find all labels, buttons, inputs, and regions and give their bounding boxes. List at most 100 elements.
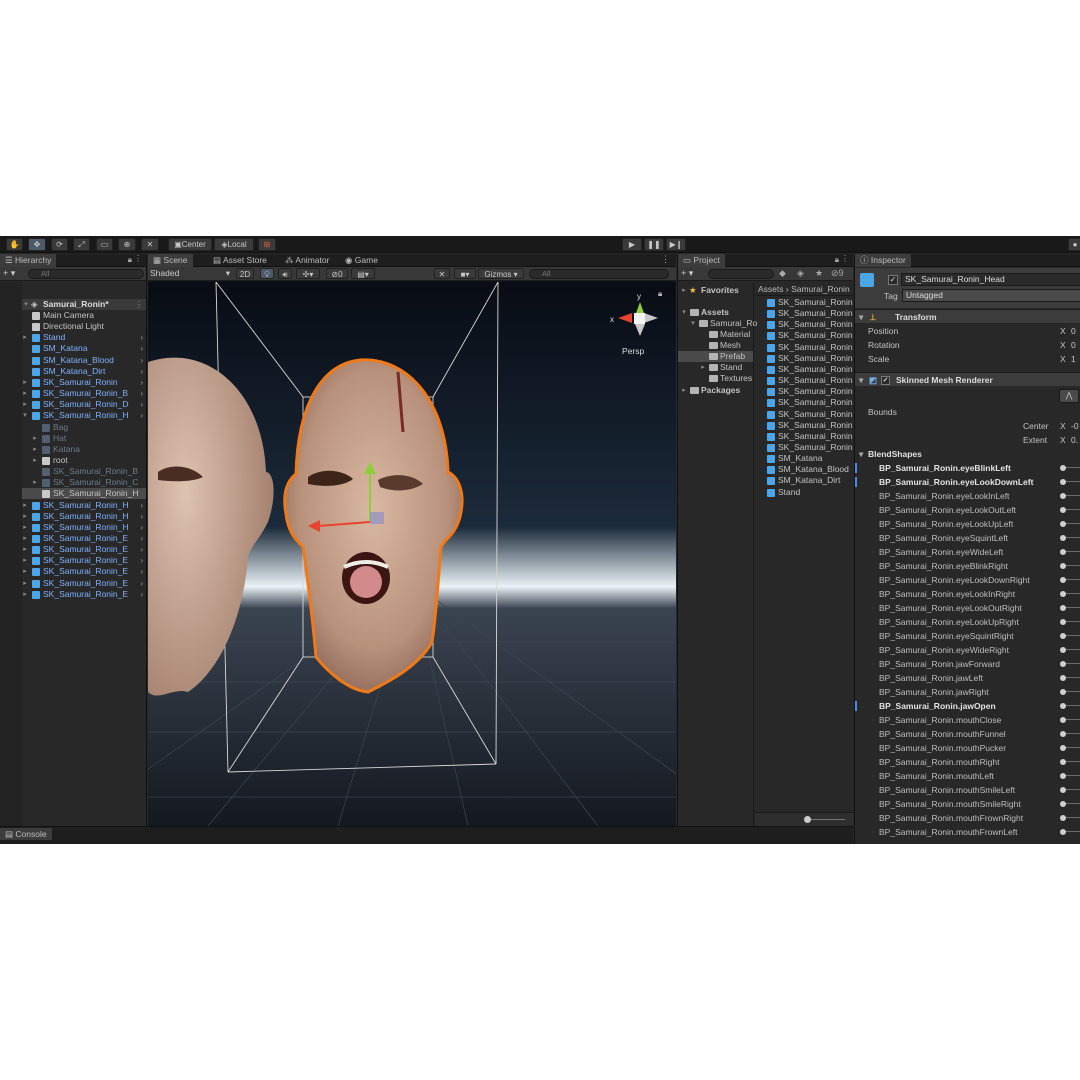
blendshape-row[interactable]: BP_Samurai_Ronin.eyeWideRight xyxy=(855,643,1080,657)
blendshape-row[interactable]: BP_Samurai_Ronin.mouthClose xyxy=(855,713,1080,727)
chevron-right-icon[interactable]: › xyxy=(140,343,143,354)
project-search-input[interactable] xyxy=(708,269,774,279)
project-asset-item[interactable]: SK_Samurai_Ronin xyxy=(755,330,853,341)
blendshape-slider-track[interactable] xyxy=(1064,607,1080,608)
camera-dropdown-icon[interactable]: ■▾ xyxy=(454,268,476,279)
play-button[interactable]: ▶ xyxy=(622,238,642,251)
blendshape-slider-track[interactable] xyxy=(1064,705,1080,706)
blendshape-slider-handle[interactable] xyxy=(1060,703,1066,709)
chevron-right-icon[interactable]: › xyxy=(140,399,143,410)
blendshape-row[interactable]: BP_Samurai_Ronin.eyeSquintRight xyxy=(855,629,1080,643)
edit-bounds-button[interactable]: ⋀ xyxy=(1059,389,1079,403)
packages-root-item[interactable]: ▸ Packages xyxy=(678,385,753,396)
blendshape-row[interactable]: BP_Samurai_Ronin.jawOpen xyxy=(855,699,1080,713)
persp-label[interactable]: Persp xyxy=(622,346,644,356)
transform-component-header[interactable]: ▾ ⟂ Transform xyxy=(855,309,1080,323)
blendshape-slider-track[interactable] xyxy=(1064,551,1080,552)
blendshape-slider-track[interactable] xyxy=(1064,677,1080,678)
blendshape-slider-track[interactable] xyxy=(1064,775,1080,776)
zoom-slider-handle[interactable] xyxy=(804,816,811,823)
blendshape-row[interactable]: BP_Samurai_Ronin.mouthFrownLeft xyxy=(855,825,1080,839)
project-asset-item[interactable]: SK_Samurai_Ronin xyxy=(755,375,853,386)
expand-arrow-icon[interactable]: ▸ xyxy=(21,544,29,555)
transform-value-field[interactable]: 0 xyxy=(1069,326,1080,336)
expand-arrow-icon[interactable]: ▸ xyxy=(31,477,39,488)
blendshape-slider-handle[interactable] xyxy=(1060,787,1066,793)
tab-project[interactable]: ▭ Project xyxy=(678,254,725,267)
blendshape-slider-handle[interactable] xyxy=(1060,591,1066,597)
blendshape-slider-handle[interactable] xyxy=(1060,759,1066,765)
mode-2d-toggle[interactable]: 2D xyxy=(236,268,254,279)
more-menu-icon[interactable]: ⋮ xyxy=(134,254,142,263)
blendshape-slider-handle[interactable] xyxy=(1060,801,1066,807)
tab-game[interactable]: ◉ Game xyxy=(340,254,383,267)
blendshape-slider-handle[interactable] xyxy=(1060,619,1066,625)
project-asset-item[interactable]: SK_Samurai_Ronin xyxy=(755,342,853,353)
blendshape-slider-handle[interactable] xyxy=(1060,577,1066,583)
expand-arrow-icon[interactable]: ▸ xyxy=(21,566,29,577)
chevron-right-icon[interactable]: › xyxy=(140,522,143,533)
blendshape-row[interactable]: BP_Samurai_Ronin.eyeLookOutRight xyxy=(855,601,1080,615)
project-asset-item[interactable]: SK_Samurai_Ronin xyxy=(755,386,853,397)
blendshape-slider-handle[interactable] xyxy=(1060,745,1066,751)
blendshape-slider-track[interactable] xyxy=(1064,789,1080,790)
project-asset-item[interactable]: SM_Katana_Dirt xyxy=(755,475,853,486)
expand-arrow-icon[interactable]: ▸ xyxy=(31,444,39,455)
blendshape-slider-handle[interactable] xyxy=(1060,549,1066,555)
object-name-field[interactable]: SK_Samurai_Ronin_Head xyxy=(901,273,1080,286)
blendshape-row[interactable]: BP_Samurai_Ronin.mouthLeft xyxy=(855,769,1080,783)
create-asset-button[interactable]: + ▾ xyxy=(681,268,693,279)
blendshape-slider-track[interactable] xyxy=(1064,467,1080,468)
project-asset-item[interactable]: SK_Samurai_Ronin xyxy=(755,442,853,453)
tag-dropdown[interactable]: Untagged xyxy=(902,289,1080,302)
active-checkbox[interactable]: ✓ xyxy=(888,275,898,285)
scene-search-input[interactable]: All xyxy=(529,269,669,279)
custom-tool-icon[interactable]: ✕ xyxy=(141,238,159,251)
blendshape-slider-handle[interactable] xyxy=(1060,717,1066,723)
blendshape-row[interactable]: BP_Samurai_Ronin.eyeLookDownRight xyxy=(855,573,1080,587)
hidden-packages-toggle[interactable]: ⊘9 xyxy=(831,268,844,279)
step-button[interactable]: ▶❙ xyxy=(666,238,686,251)
blendshape-row[interactable]: BP_Samurai_Ronin.eyeWideLeft xyxy=(855,545,1080,559)
more-menu-icon[interactable]: ⋮ xyxy=(841,254,849,263)
chevron-right-icon[interactable]: › xyxy=(140,578,143,589)
scale-tool-icon[interactable]: ⤢ xyxy=(73,238,90,251)
project-asset-item[interactable]: SK_Samurai_Ronin xyxy=(755,308,853,319)
tab-scene[interactable]: ▦ Scene xyxy=(148,254,193,267)
blendshape-row[interactable]: BP_Samurai_Ronin.eyeBlinkRight xyxy=(855,559,1080,573)
project-asset-item[interactable]: SM_Katana xyxy=(755,453,853,464)
blendshape-slider-handle[interactable] xyxy=(1060,535,1066,541)
blendshape-slider-track[interactable] xyxy=(1064,831,1080,832)
blendshape-slider-track[interactable] xyxy=(1064,537,1080,538)
blendshape-slider-track[interactable] xyxy=(1064,649,1080,650)
layers-dropdown-icon[interactable]: ▤▾ xyxy=(351,268,375,279)
tools-icon[interactable]: ✕ xyxy=(434,268,450,279)
blendshape-slider-handle[interactable] xyxy=(1060,661,1066,667)
tab-inspector[interactable]: ⓘ Inspector xyxy=(855,254,911,267)
lock-icon[interactable]: 🔒︎ xyxy=(658,289,662,298)
blendshape-row[interactable]: BP_Samurai_Ronin.eyeLookUpRight xyxy=(855,615,1080,629)
folder-item[interactable]: ▾ Samurai_Ro xyxy=(678,318,757,329)
hand-tool-icon[interactable]: ✋ xyxy=(6,238,23,251)
blendshape-row[interactable]: BP_Samurai_Ronin.eyeLookUpLeft xyxy=(855,517,1080,531)
rect-tool-icon[interactable]: ▭ xyxy=(96,238,113,251)
pause-button[interactable]: ❚❚ xyxy=(644,238,664,251)
blendshape-slider-handle[interactable] xyxy=(1060,773,1066,779)
blendshape-slider-handle[interactable] xyxy=(1060,493,1066,499)
folder-item[interactable]: ▸ Stand xyxy=(678,362,753,373)
folder-item[interactable]: Material xyxy=(678,329,753,340)
project-asset-item[interactable]: SK_Samurai_Ronin xyxy=(755,353,853,364)
blendshape-slider-track[interactable] xyxy=(1064,803,1080,804)
chevron-right-icon[interactable]: › xyxy=(140,589,143,600)
expand-arrow-icon[interactable]: ▸ xyxy=(21,533,29,544)
effects-dropdown-icon[interactable]: ✣▾ xyxy=(296,268,320,279)
blendshape-slider-track[interactable] xyxy=(1064,495,1080,496)
blendshape-slider-track[interactable] xyxy=(1064,747,1080,748)
search-by-type-icon[interactable]: ◆ xyxy=(779,268,786,279)
blendshape-row[interactable]: BP_Samurai_Ronin.mouthRight xyxy=(855,755,1080,769)
blendshape-slider-handle[interactable] xyxy=(1060,507,1066,513)
favorites-item[interactable]: ▸ ★ Favorites xyxy=(678,285,753,296)
chevron-right-icon[interactable]: › xyxy=(140,555,143,566)
expand-arrow-icon[interactable]: ▸ xyxy=(21,522,29,533)
shading-mode-dropdown[interactable]: Shaded ▾ xyxy=(150,268,232,279)
